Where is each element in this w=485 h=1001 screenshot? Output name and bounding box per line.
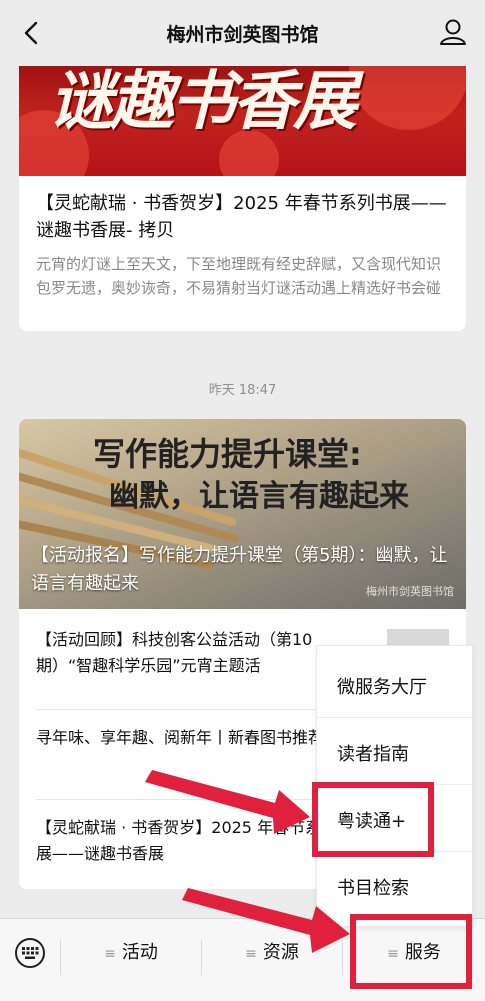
highlight-box-yuedutong [312,782,434,857]
submenu-item-catalog-search[interactable]: 书目检索 [317,852,472,918]
top-nav-bar: 梅州市剑英图书馆 [0,0,485,66]
menu-button-activities[interactable]: ≡ 活动 [61,919,201,1001]
submenu-item-micro-service-hall[interactable]: 微服务大厅 [317,651,472,717]
article-summary: 元宵的灯谜上至天文，下至地理既有经史辞赋，又含现代知识包罗无遗，奥妙诙奇，不易猜… [36,255,442,297]
page-title: 梅州市剑英图书馆 [166,24,319,46]
banner-watermark: 梅州市剑英图书馆 [366,585,454,598]
profile-icon[interactable] [437,16,469,48]
menu-button-resources[interactable]: ≡ 资源 [202,919,342,1001]
banner-heading-line1: 写作能力提升课堂: [93,435,362,473]
submenu-item-reader-guide[interactable]: 读者指南 [317,718,472,784]
featured-article-banner[interactable]: 写作能力提升课堂: 幽默，让语言有趣起来 【活动报名】写作能力提升课堂（第5期）… [19,419,466,609]
article-title: 【灵蛇献瑞 · 书香贺岁】2025 年春节系列书展——谜趣书香展- 拷贝 [36,193,447,241]
highlight-box-services [350,914,472,989]
message-timestamp: 昨天 18:47 [208,383,277,398]
banner-heading-line2: 幽默，让语言有趣起来 [109,479,409,514]
article-card[interactable]: 谜趣书香展 【灵蛇献瑞 · 书香贺岁】2025 年春节系列书展——谜趣书香展- … [19,40,466,331]
keyboard-icon[interactable] [14,937,46,969]
